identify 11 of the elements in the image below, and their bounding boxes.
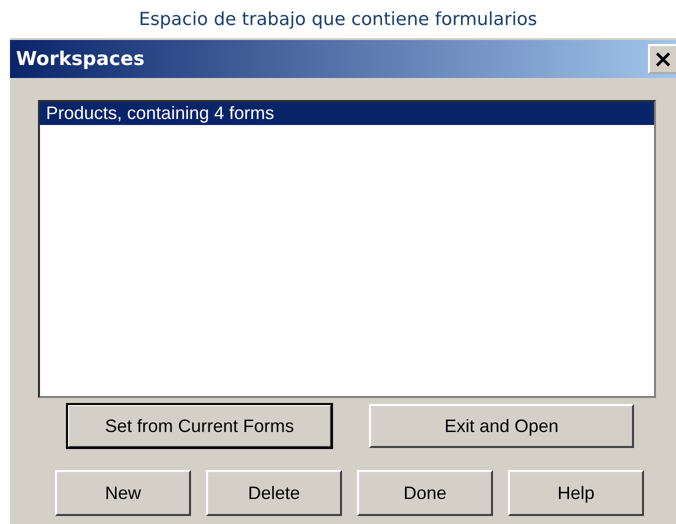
caption: Espacio de trabajo que contiene formularios (138, 8, 538, 30)
dialog-button[interactable]: Help (508, 470, 644, 516)
dialog-button[interactable]: Exit and Open (369, 404, 634, 448)
list-box[interactable]: Products, containing 4 forms (38, 100, 656, 398)
dialog-button[interactable]: Set from Current Forms (67, 404, 332, 448)
dialog-button[interactable]: Done (357, 470, 493, 516)
list-item[interactable]: Products, containing 4 forms (40, 102, 654, 125)
window-title: Workspaces (16, 48, 145, 70)
dialog-button[interactable]: Delete (206, 470, 342, 516)
close-button[interactable]: × (648, 44, 676, 74)
dialog-button[interactable]: New (55, 470, 191, 516)
